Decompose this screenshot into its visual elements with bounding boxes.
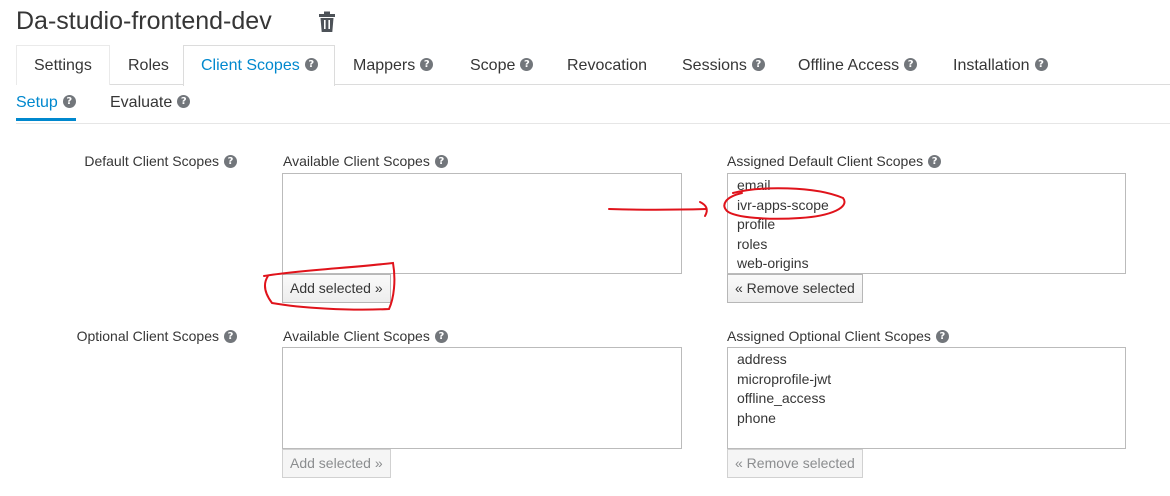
default-add-selected-button[interactable]: Add selected »: [282, 274, 391, 303]
help-icon[interactable]: ?: [224, 329, 237, 343]
list-item[interactable]: email: [737, 176, 1116, 196]
default-assigned-label: Assigned Default Client Scopes?: [727, 152, 942, 170]
subtab-setup-label: Setup: [16, 94, 58, 111]
help-icon[interactable]: ?: [304, 58, 318, 72]
default-remove-selected-button[interactable]: « Remove selected: [727, 274, 863, 303]
help-icon[interactable]: ?: [935, 329, 949, 343]
list-item[interactable]: address: [737, 350, 1116, 370]
help-icon[interactable]: ?: [1034, 58, 1048, 72]
default-assigned-list[interactable]: email ivr-apps-scope profile roles web-origi…: [727, 173, 1126, 274]
list-item[interactable]: offline_access: [737, 389, 1116, 409]
help-icon[interactable]: ?: [904, 58, 918, 72]
tab-label: Scope: [470, 57, 516, 74]
list-item[interactable]: phone: [737, 409, 1116, 429]
optional-available-list[interactable]: [282, 347, 682, 449]
subtab-evaluate[interactable]: Evaluate?: [110, 92, 191, 122]
optional-available-label: Available Client Scopes?: [283, 327, 448, 345]
list-item[interactable]: ivr-apps-scope: [737, 196, 1116, 216]
help-icon[interactable]: ?: [520, 58, 534, 72]
default-client-scopes-text: Default Client Scopes: [84, 153, 219, 169]
list-item[interactable]: microprofile-jwt: [737, 370, 1116, 390]
tab-label: Revocation: [567, 57, 648, 74]
help-icon[interactable]: ?: [420, 58, 434, 72]
optional-add-selected-button[interactable]: Add selected »: [282, 449, 391, 478]
help-icon[interactable]: ?: [434, 154, 448, 168]
tab-mappers[interactable]: Mappers?: [335, 45, 452, 85]
help-icon[interactable]: ?: [434, 329, 448, 343]
optional-remove-selected-button[interactable]: « Remove selected: [727, 449, 863, 478]
help-icon[interactable]: ?: [224, 154, 237, 168]
tab-scope[interactable]: Scope?: [452, 45, 549, 85]
list-item[interactable]: roles: [737, 235, 1116, 255]
tab-client-scopes[interactable]: Client Scopes?: [183, 45, 335, 86]
tab-installation[interactable]: Installation?: [935, 45, 1055, 85]
tab-label: Sessions: [682, 57, 747, 74]
optional-client-scopes-label: Optional Client Scopes?: [77, 327, 237, 345]
default-available-text: Available Client Scopes: [283, 153, 430, 169]
subtab-evaluate-label: Evaluate: [110, 94, 173, 111]
help-icon[interactable]: ?: [751, 58, 765, 72]
subtab-setup[interactable]: Setup?: [16, 92, 76, 121]
tab-label: Roles: [128, 57, 169, 74]
optional-available-text: Available Client Scopes: [283, 328, 430, 344]
tab-label: Offline Access: [798, 57, 900, 74]
optional-assigned-list[interactable]: address microprofile-jwt offline_access pho…: [727, 347, 1126, 449]
optional-assigned-label: Assigned Optional Client Scopes?: [727, 327, 949, 345]
tab-label: Client Scopes: [201, 57, 300, 74]
help-icon[interactable]: ?: [177, 95, 191, 109]
tab-offline-access[interactable]: Offline Access?: [780, 45, 935, 85]
default-available-label: Available Client Scopes?: [283, 152, 448, 170]
annotation-arrowhead: [699, 201, 708, 217]
tab-label: Settings: [34, 57, 92, 74]
trash-icon[interactable]: [317, 11, 337, 33]
default-available-list[interactable]: [282, 173, 682, 274]
page-title: Da-studio-frontend-dev: [16, 7, 272, 35]
tab-revocation[interactable]: Revocation: [549, 45, 664, 85]
list-item[interactable]: profile: [737, 215, 1116, 235]
tab-sessions[interactable]: Sessions?: [664, 45, 780, 85]
help-icon[interactable]: ?: [62, 95, 76, 109]
help-icon[interactable]: ?: [928, 154, 942, 168]
default-assigned-text: Assigned Default Client Scopes: [727, 153, 924, 169]
list-item[interactable]: web-origins: [737, 254, 1116, 273]
tab-label: Mappers: [353, 57, 416, 74]
optional-client-scopes-text: Optional Client Scopes: [76, 328, 219, 344]
tab-label: Installation: [953, 57, 1030, 74]
subtabs-divider: [16, 123, 1170, 124]
optional-assigned-text: Assigned Optional Client Scopes: [727, 328, 931, 344]
tab-roles[interactable]: Roles: [110, 45, 183, 85]
default-client-scopes-label: Default Client Scopes?: [84, 152, 237, 170]
tab-settings[interactable]: Settings: [16, 45, 110, 85]
